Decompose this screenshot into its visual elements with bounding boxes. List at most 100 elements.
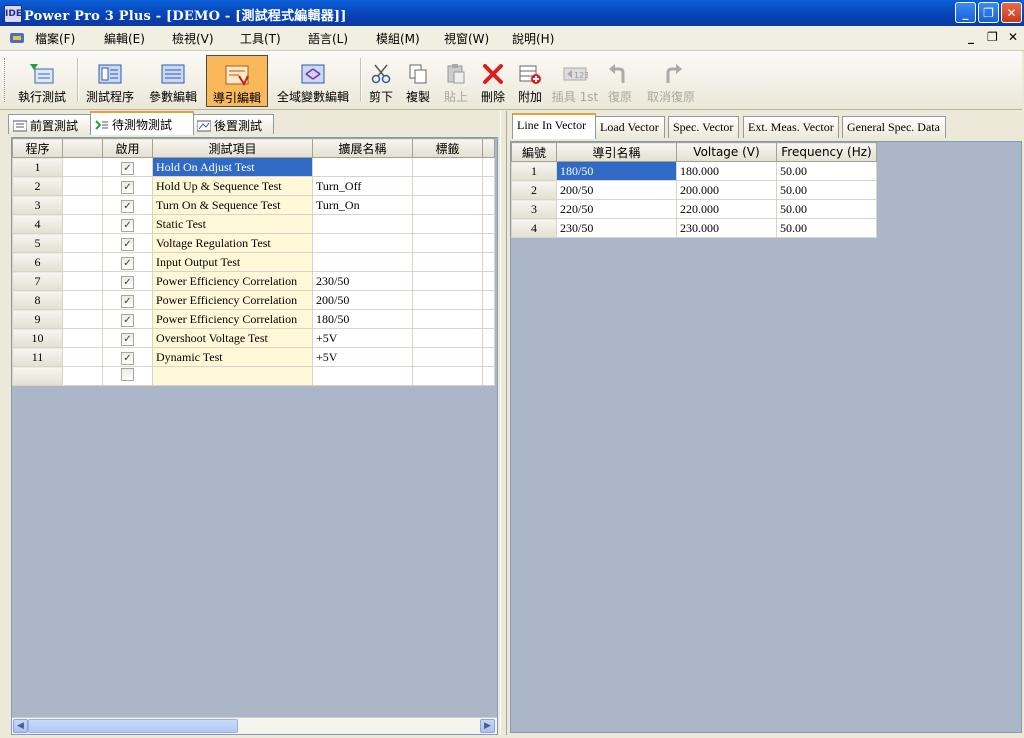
menu-edit[interactable]: 編輯(E) [104, 30, 145, 47]
tab-ext-meas-vector[interactable]: Ext. Meas. Vector [743, 116, 839, 138]
test-item-cell[interactable]: Input Output Test [152, 252, 313, 272]
menu-tools[interactable]: 工具(T) [240, 30, 281, 47]
ext-name-cell[interactable]: Turn_On [312, 195, 413, 215]
enabled-checkbox[interactable]: ✓ [121, 294, 134, 308]
table-row[interactable]: 1 180/50 180.000 50.00 [511, 161, 877, 181]
enabled-checkbox[interactable]: ✓ [121, 313, 134, 327]
test-item-cell[interactable]: Dynamic Test [152, 347, 313, 367]
enabled-checkbox[interactable]: ✓ [121, 275, 134, 289]
tag-cell[interactable] [412, 195, 483, 215]
enabled-cell[interactable]: ✓ [102, 233, 153, 253]
enabled-checkbox[interactable]: ✓ [121, 161, 134, 175]
menu-view[interactable]: 檢視(V) [172, 30, 214, 47]
paste-button[interactable]: 貼上 [439, 55, 473, 107]
row-blank-cell[interactable] [62, 214, 103, 234]
ext-name-cell[interactable] [312, 252, 413, 272]
row-blank-cell[interactable] [62, 252, 103, 272]
mdi-close-button[interactable]: ✕ [1008, 30, 1018, 44]
row-number[interactable]: 3 [511, 199, 557, 219]
enabled-cell[interactable]: ✓ [102, 271, 153, 291]
enabled-cell[interactable]: ✓ [102, 252, 153, 272]
row-number[interactable]: 7 [12, 271, 63, 291]
guide-name-cell[interactable]: 230/50 [556, 218, 677, 238]
tag-cell[interactable] [412, 290, 483, 310]
tag-cell[interactable] [412, 366, 483, 386]
ext-name-cell[interactable]: 200/50 [312, 290, 413, 310]
table-row[interactable] [12, 366, 495, 386]
table-row[interactable]: 8 ✓ Power Efficiency Correlation 200/50 [12, 290, 495, 310]
col-header-ext-name[interactable]: 擴展名稱 [312, 138, 413, 158]
tab-dut-test[interactable]: 待測物測試 [90, 111, 194, 135]
menu-window[interactable]: 視窗(W) [444, 30, 489, 47]
tag-cell[interactable] [412, 309, 483, 329]
test-item-cell[interactable]: Power Efficiency Correlation [152, 309, 313, 329]
tag-cell[interactable] [412, 328, 483, 348]
enabled-checkbox[interactable]: ✓ [121, 256, 134, 270]
menu-language[interactable]: 語言(L) [308, 30, 348, 47]
tab-pre-test[interactable]: 前置測試 [8, 114, 92, 134]
enabled-cell[interactable] [102, 366, 153, 386]
tag-cell[interactable] [412, 271, 483, 291]
menu-help[interactable]: 說明(H) [512, 30, 554, 47]
copy-button[interactable]: 複製 [401, 55, 435, 107]
ext-name-cell[interactable]: Turn_Off [312, 176, 413, 196]
tab-load-vector[interactable]: Load Vector [595, 116, 665, 138]
enabled-cell[interactable]: ✓ [102, 195, 153, 215]
col-header-no[interactable]: 編號 [511, 142, 557, 162]
panel-splitter[interactable] [500, 111, 507, 735]
tab-spec-vector[interactable]: Spec. Vector [668, 116, 739, 138]
mdi-minimize-button[interactable]: _ [968, 30, 974, 44]
tag-cell[interactable] [412, 157, 483, 177]
row-number[interactable]: 2 [12, 176, 63, 196]
close-button[interactable]: ✕ [1001, 2, 1022, 23]
ext-name-cell[interactable] [312, 214, 413, 234]
col-header-seq[interactable]: 程序 [12, 138, 63, 158]
param-edit-button[interactable]: 參數編輯 [143, 55, 203, 107]
row-blank-cell[interactable] [62, 176, 103, 196]
table-row[interactable]: 10 ✓ Overshoot Voltage Test +5V [12, 328, 495, 348]
tag-cell[interactable] [412, 214, 483, 234]
frequency-cell[interactable]: 50.00 [776, 199, 877, 219]
ext-name-cell[interactable]: 230/50 [312, 271, 413, 291]
row-number[interactable]: 6 [12, 252, 63, 272]
test-item-cell[interactable]: Static Test [152, 214, 313, 234]
ext-name-cell[interactable] [312, 157, 413, 177]
table-row[interactable]: 6 ✓ Input Output Test [12, 252, 495, 272]
delete-button[interactable]: 刪除 [476, 55, 510, 107]
row-number[interactable]: 3 [12, 195, 63, 215]
cut-button[interactable]: 剪下 [365, 55, 397, 107]
enabled-cell[interactable]: ✓ [102, 347, 153, 367]
table-row[interactable]: 7 ✓ Power Efficiency Correlation 230/50 [12, 271, 495, 291]
test-item-cell[interactable] [152, 366, 313, 386]
scroll-right-button[interactable]: ▶ [480, 719, 495, 733]
enabled-cell[interactable]: ✓ [102, 214, 153, 234]
col-header-test-item[interactable]: 測試項目 [152, 138, 313, 158]
row-blank-cell[interactable] [62, 233, 103, 253]
table-row[interactable]: 4 230/50 230.000 50.00 [511, 218, 877, 238]
table-row[interactable]: 3 220/50 220.000 50.00 [511, 199, 877, 219]
test-program-button[interactable]: 測試程序 [81, 55, 139, 107]
row-number[interactable]: 2 [511, 180, 557, 200]
enabled-checkbox[interactable]: ✓ [121, 237, 134, 251]
append-button[interactable]: 附加 [513, 55, 547, 107]
frequency-cell[interactable]: 50.00 [776, 218, 877, 238]
table-row[interactable]: 1 ✓ Hold On Adjust Test [12, 157, 495, 177]
ext-name-cell[interactable]: +5V [312, 347, 413, 367]
enabled-checkbox[interactable]: ✓ [121, 332, 134, 346]
row-number[interactable]: 4 [511, 218, 557, 238]
row-number[interactable] [12, 366, 63, 386]
col-header-blank[interactable] [62, 138, 103, 158]
test-item-cell[interactable]: Overshoot Voltage Test [152, 328, 313, 348]
test-item-cell[interactable]: Voltage Regulation Test [152, 233, 313, 253]
tag-cell[interactable] [412, 252, 483, 272]
col-header-guide-name[interactable]: 導引名稱 [556, 142, 677, 162]
row-number[interactable]: 5 [12, 233, 63, 253]
enabled-cell[interactable]: ✓ [102, 309, 153, 329]
table-row[interactable]: 2 200/50 200.000 50.00 [511, 180, 877, 200]
row-blank-cell[interactable] [62, 366, 103, 386]
guide-edit-button[interactable]: 導引編輯 [206, 55, 268, 107]
col-header-tag[interactable]: 標籤 [412, 138, 483, 158]
ext-name-cell[interactable] [312, 366, 413, 386]
guide-name-cell[interactable]: 180/50 [556, 161, 677, 181]
tag-cell[interactable] [412, 176, 483, 196]
